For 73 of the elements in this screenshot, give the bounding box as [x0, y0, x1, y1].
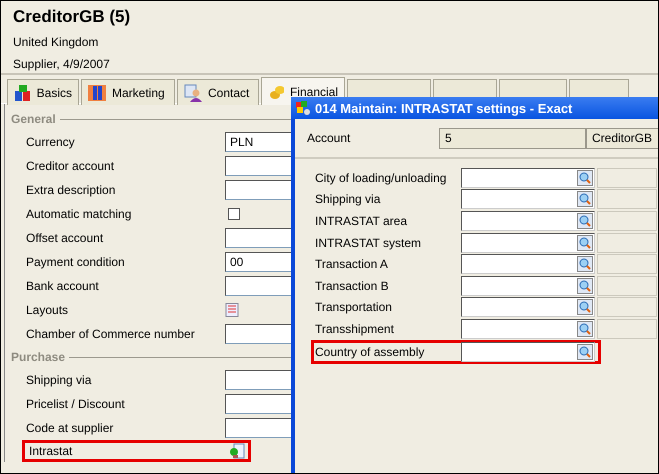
lookup-field[interactable] [461, 210, 595, 231]
tab[interactable]: Contact [177, 79, 259, 105]
field-label: Extra description [26, 183, 116, 197]
field-label: Shipping via [315, 192, 382, 206]
field-label: Currency [26, 135, 76, 149]
search-icon [579, 346, 591, 358]
field-label: Offset account [26, 231, 104, 245]
lookup-button[interactable] [577, 278, 593, 294]
lookup-field[interactable] [461, 318, 595, 339]
contact-card-icon [184, 84, 202, 102]
disabled-field [597, 297, 657, 318]
search-icon [579, 280, 591, 292]
field-label: Transaction B [315, 278, 390, 293]
puzzle-document-icon[interactable] [229, 443, 245, 459]
record-title: CreditorGB (5) [13, 7, 132, 28]
lookup-button[interactable] [577, 212, 593, 229]
lookup-button[interactable] [577, 299, 593, 316]
tab[interactable]: Basics [7, 79, 79, 105]
people-icon [88, 84, 106, 102]
lookup-button[interactable] [577, 320, 593, 337]
field-label: Transportation [315, 300, 393, 314]
field-label: Country of assembly [315, 344, 426, 359]
lookup-field[interactable] [461, 232, 595, 253]
field-label: Code at supplier [26, 421, 114, 435]
field-label: INTRASTAT system [315, 236, 422, 250]
lookup-field[interactable] [461, 342, 595, 362]
disabled-field [597, 189, 657, 210]
field-label: Bank account [26, 279, 100, 293]
document-icon[interactable] [225, 303, 239, 317]
search-icon [579, 236, 591, 249]
disabled-field [597, 318, 657, 339]
lookup-button[interactable] [577, 344, 593, 360]
field-label: Creditor account [26, 159, 116, 173]
tab[interactable]: Marketing [81, 79, 175, 105]
search-icon [579, 322, 591, 335]
disabled-field [597, 276, 657, 296]
record-subtitle: United Kingdom [13, 34, 100, 51]
field-label: INTRASTAT area [315, 214, 408, 228]
checkbox[interactable] [228, 208, 240, 220]
search-icon [579, 214, 591, 227]
lookup-field[interactable] [461, 297, 595, 318]
field-label: Pricelist / Discount [26, 397, 126, 411]
field-label: Transshipment [315, 322, 395, 336]
account-name-field: CreditorGB [586, 128, 658, 148]
disabled-field [597, 168, 657, 188]
field-label: Automatic matching [26, 207, 132, 221]
disabled-field [597, 232, 657, 253]
account-number-field: 5 [439, 128, 586, 148]
field-label: Payment condition [26, 255, 126, 269]
blocks-icon [14, 84, 31, 102]
lookup-button[interactable] [577, 191, 593, 208]
field-label: City of loading/unloading [315, 170, 448, 185]
puzzle-icon [295, 100, 311, 116]
disabled-field [597, 254, 657, 274]
lookup-button[interactable] [577, 170, 593, 186]
field-label: Layouts [26, 303, 70, 317]
section-title: Purchase [11, 350, 66, 364]
search-icon [579, 172, 591, 184]
lookup-field[interactable] [461, 189, 595, 210]
search-icon [579, 193, 591, 206]
search-icon [579, 258, 591, 270]
lookup-field[interactable] [461, 254, 595, 274]
search-icon [579, 301, 591, 314]
field-label: Intrastat [29, 444, 74, 458]
section-title: General [11, 112, 56, 126]
lookup-field[interactable] [461, 276, 595, 296]
record-subtitle: Supplier, 4/9/2007 [13, 56, 111, 73]
field-label: Shipping via [26, 373, 92, 387]
lookup-button[interactable] [577, 234, 593, 251]
disabled-field [597, 210, 657, 231]
lookup-field[interactable] [461, 168, 595, 188]
field-label: Chamber of Commerce number [26, 327, 196, 341]
lookup-button[interactable] [577, 256, 593, 272]
